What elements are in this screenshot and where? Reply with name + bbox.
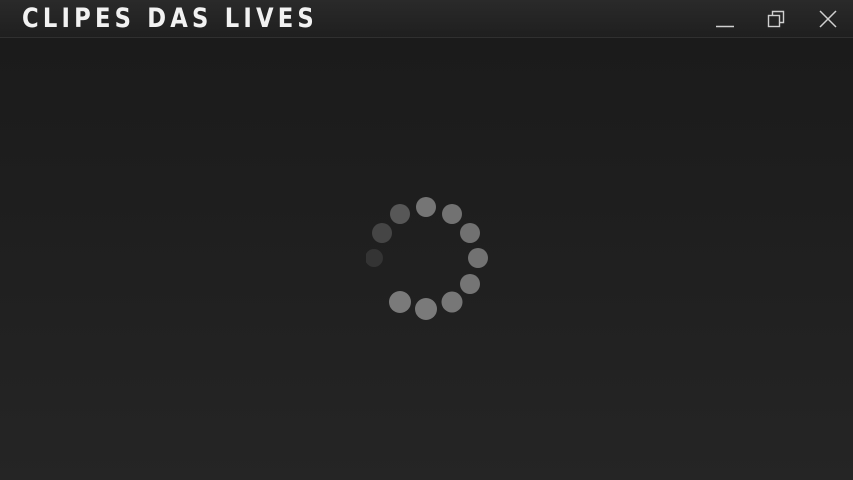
minimize-button[interactable] [700, 0, 750, 38]
app-window: CLIPES DAS LIVES [0, 0, 853, 480]
restore-icon [767, 10, 785, 28]
restore-button[interactable] [751, 0, 801, 38]
title-bar[interactable]: CLIPES DAS LIVES [0, 0, 853, 38]
close-button[interactable] [803, 0, 853, 38]
loading-spinner-icon [365, 197, 488, 320]
close-icon [819, 10, 837, 28]
minimize-icon [716, 25, 734, 28]
loading-spinner [365, 196, 490, 320]
app-title: CLIPES DAS LIVES [22, 3, 318, 34]
